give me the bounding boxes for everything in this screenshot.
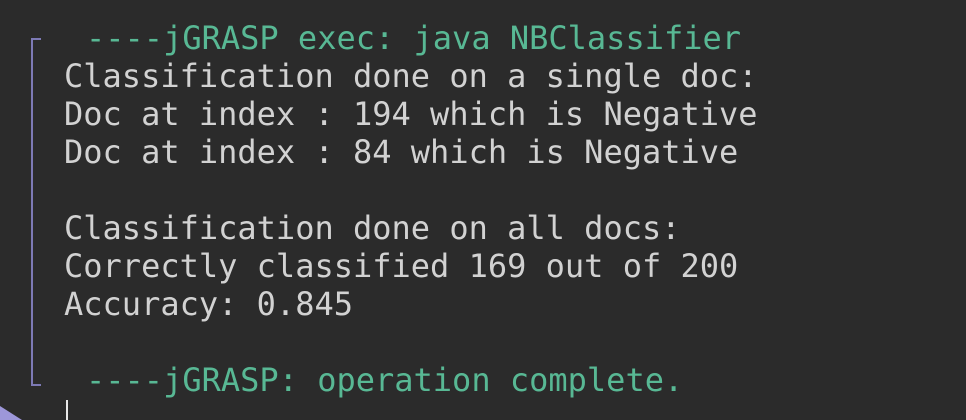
run-bracket: [31, 38, 41, 386]
exec-header-line: ----jGRASP exec: java NBClassifier: [86, 19, 742, 57]
corner-indicator-icon: [0, 406, 22, 420]
output-line: Correctly classified 169 out of 200: [64, 247, 739, 285]
output-line: Accuracy: 0.845: [64, 285, 353, 323]
console-output-pane[interactable]: ----jGRASP exec: java NBClassifier Class…: [0, 0, 966, 420]
output-line: Doc at index : 194 which is Negative: [64, 95, 758, 133]
operation-complete-line: ----jGRASP: operation complete.: [86, 361, 684, 399]
output-line: Classification done on all docs:: [64, 209, 681, 247]
output-line: Doc at index : 84 which is Negative: [64, 133, 739, 171]
text-cursor: [66, 400, 68, 420]
output-line: Classification done on a single doc:: [64, 57, 758, 95]
